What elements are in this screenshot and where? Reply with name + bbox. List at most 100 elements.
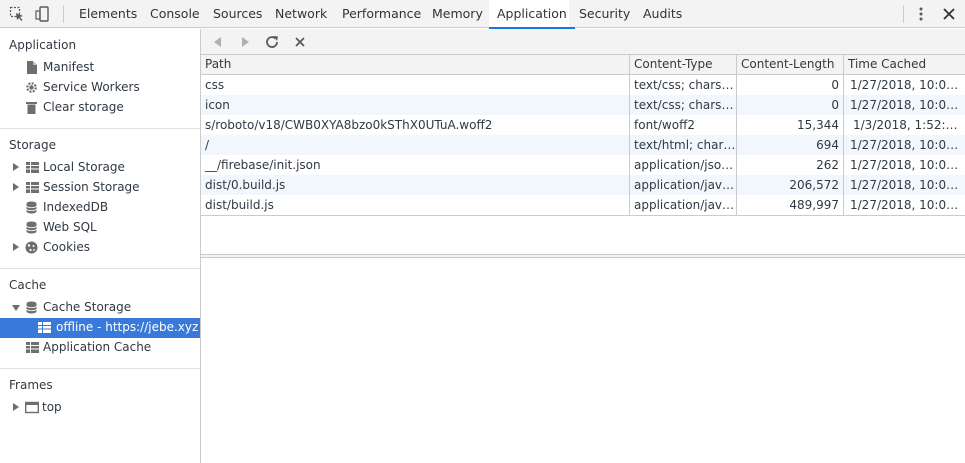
frame-window-icon: [25, 401, 39, 414]
preview-pane: [201, 258, 965, 463]
column-header-content-type[interactable]: Content-Type: [630, 55, 736, 75]
cell-path: s/roboto/v18/CWB0XYA8bzo0kSThX0UTuA.woff…: [205, 118, 493, 132]
cell-path: /: [205, 138, 210, 152]
sidebar: Application Manifest Service Workers Cle…: [0, 29, 201, 463]
device-toolbar-icon[interactable]: [35, 6, 51, 22]
column-divider[interactable]: [843, 55, 844, 215]
cell-content-type: font/woff2: [634, 118, 695, 132]
sidebar-item-cache-storage[interactable]: Cache Storage: [0, 298, 200, 318]
tab-elements[interactable]: Elements: [79, 0, 137, 28]
cell-time-cached: 1/27/2018, 10:0…: [850, 178, 959, 192]
collapse-arrow-icon[interactable]: [12, 305, 20, 311]
column-header-content-length[interactable]: Content-Length: [737, 55, 843, 75]
cell-content-length: 15,344: [797, 118, 839, 132]
tab-security[interactable]: Security: [579, 0, 630, 28]
expand-arrow-icon[interactable]: [13, 403, 19, 411]
cell-content-type: application/jav…: [634, 198, 735, 212]
section-title-storage: Storage: [9, 138, 56, 152]
cell-path: icon: [205, 98, 230, 112]
cell-time-cached: 1/27/2018, 10:0…: [850, 78, 959, 92]
sidebar-item-label: Cache Storage: [43, 300, 132, 314]
sidebar-item-manifest[interactable]: Manifest: [0, 58, 200, 78]
cell-content-length: 694: [816, 138, 839, 152]
sidebar-item-cookies[interactable]: Cookies: [0, 238, 200, 258]
expand-arrow-icon[interactable]: [13, 243, 19, 251]
delete-entry-icon[interactable]: [292, 34, 308, 50]
sidebar-item-indexeddb[interactable]: IndexedDB: [0, 198, 200, 218]
next-page-icon[interactable]: [237, 34, 253, 50]
toolbar-divider: [903, 5, 904, 23]
section-title-cache: Cache: [9, 278, 47, 292]
cell-content-type: text/css; charse…: [634, 78, 736, 92]
sidebar-item-label: offline - https://jebe.xyz: [56, 320, 199, 334]
tab-memory[interactable]: Memory: [432, 0, 483, 28]
column-divider[interactable]: [736, 55, 737, 215]
cache-entries-table: Path Content-Type Content-Length Time Ca…: [201, 55, 965, 216]
sidebar-item-application-cache[interactable]: Application Cache: [0, 338, 200, 358]
cell-content-type: text/html; char…: [634, 138, 736, 152]
database-icon: [26, 221, 37, 234]
cell-content-length: 0: [831, 78, 839, 92]
database-icon: [26, 301, 37, 314]
column-divider[interactable]: [629, 55, 630, 215]
tab-network[interactable]: Network: [275, 0, 327, 28]
section-divider: [0, 268, 200, 269]
cell-path: dist/build.js: [205, 198, 274, 212]
cell-content-length: 262: [816, 158, 839, 172]
table-row[interactable]: dist/0.build.js application/jav… 206,572…: [201, 175, 965, 195]
tab-audits[interactable]: Audits: [643, 0, 682, 28]
cell-time-cached: 1/27/2018, 10:0…: [850, 198, 959, 212]
section-title-frames: Frames: [9, 378, 53, 392]
sidebar-item-local-storage[interactable]: Local Storage: [0, 158, 200, 178]
table-row[interactable]: dist/build.js application/jav… 489,997 1…: [201, 195, 965, 215]
table-row[interactable]: css text/css; charse… 0 1/27/2018, 10:0…: [201, 75, 965, 95]
cell-content-length: 489,997: [789, 198, 839, 212]
cell-content-length: 206,572: [789, 178, 839, 192]
table-row[interactable]: / text/html; char… 694 1/27/2018, 10:0…: [201, 135, 965, 155]
sidebar-item-label: Local Storage: [43, 160, 125, 174]
sidebar-item-frame-top[interactable]: top: [0, 398, 200, 418]
sidebar-item-label: Web SQL: [43, 220, 97, 234]
sidebar-item-offline-cache[interactable]: offline - https://jebe.xyz: [0, 318, 200, 338]
sidebar-item-session-storage[interactable]: Session Storage: [0, 178, 200, 198]
sidebar-item-web-sql[interactable]: Web SQL: [0, 218, 200, 238]
cell-content-type: application/jav…: [634, 178, 735, 192]
cell-content-type: application/jso…: [634, 158, 734, 172]
previous-page-icon[interactable]: [210, 34, 226, 50]
tab-application[interactable]: Application: [489, 0, 575, 29]
table-icon: [26, 162, 39, 173]
column-header-time-cached[interactable]: Time Cached: [844, 55, 965, 75]
cell-path: __/firebase/init.json: [205, 158, 321, 172]
close-icon[interactable]: [941, 6, 957, 22]
gear-icon: [26, 82, 37, 93]
cell-content-type: text/css; charse…: [634, 98, 736, 112]
table-row[interactable]: s/roboto/v18/CWB0XYA8bzo0kSThX0UTuA.woff…: [201, 115, 965, 135]
more-options-icon[interactable]: [913, 6, 929, 22]
table-row[interactable]: __/firebase/init.json application/jso… 2…: [201, 155, 965, 175]
tab-sources[interactable]: Sources: [213, 0, 262, 28]
sidebar-item-label: Cookies: [43, 240, 90, 254]
expand-arrow-icon[interactable]: [13, 183, 19, 191]
refresh-icon[interactable]: [264, 34, 280, 50]
cell-time-cached: 1/27/2018, 10:0…: [850, 158, 959, 172]
cache-toolbar: [201, 29, 965, 55]
column-header-path[interactable]: Path: [201, 55, 629, 75]
expand-arrow-icon[interactable]: [13, 163, 19, 171]
section-divider: [0, 128, 200, 129]
table-icon: [26, 342, 39, 353]
sidebar-item-service-workers[interactable]: Service Workers: [0, 78, 200, 98]
sidebar-item-label: Service Workers: [43, 80, 140, 94]
tab-performance[interactable]: Performance: [342, 0, 421, 28]
inspect-element-icon[interactable]: [9, 6, 25, 22]
cookie-icon: [25, 241, 38, 254]
tab-console[interactable]: Console: [150, 0, 200, 28]
cell-path: css: [205, 78, 225, 92]
sidebar-item-label: Clear storage: [43, 100, 124, 114]
cell-time-cached: 1/3/2018, 1:52:…: [853, 118, 958, 132]
table-row[interactable]: icon text/css; charse… 0 1/27/2018, 10:0…: [201, 95, 965, 115]
devtools-tabbar: Elements Console Sources Network Perform…: [0, 0, 965, 29]
document-icon: [27, 61, 37, 74]
cell-path: dist/0.build.js: [205, 178, 286, 192]
sidebar-item-clear-storage[interactable]: Clear storage: [0, 98, 200, 118]
sidebar-item-label: Manifest: [43, 60, 95, 74]
